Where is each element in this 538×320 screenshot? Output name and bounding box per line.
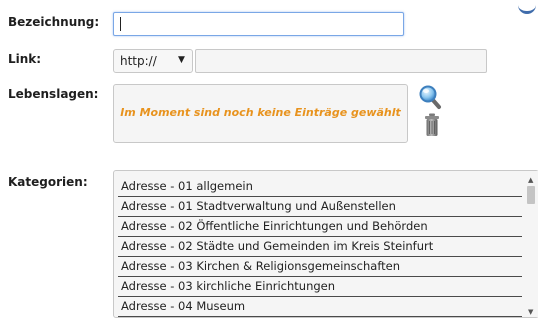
kategorien-label: Kategorien: — [8, 175, 88, 189]
chevron-down-icon: ▼ — [178, 55, 185, 65]
list-item[interactable]: Adresse - 03 kirchliche Einrichtungen — [118, 277, 522, 297]
trash-icon[interactable] — [424, 113, 440, 137]
list-item[interactable]: Adresse - 02 Öffentliche Einrichtungen u… — [118, 217, 522, 237]
list-item[interactable]: Adresse - 01 Stadtverwaltung und Außenst… — [118, 197, 522, 217]
list-item[interactable]: Adresse - 01 allgemein — [118, 177, 522, 197]
search-icon[interactable] — [418, 84, 442, 110]
scroll-up-icon[interactable]: ▲ — [528, 176, 533, 184]
scrollbar-thumb[interactable] — [527, 186, 535, 204]
bezeichnung-label: Bezeichnung: — [8, 15, 100, 29]
text-cursor — [120, 17, 121, 31]
kategorien-listbox[interactable]: Adresse - 01 allgemein Adresse - 01 Stad… — [113, 170, 538, 318]
list-item[interactable]: Adresse - 02 Städte und Gemeinden im Kre… — [118, 237, 522, 257]
lebenslagen-empty-message: Im Moment sind noch keine Einträge gewäh… — [120, 106, 401, 119]
list-item[interactable]: Adresse - 03 Kirchen & Religionsgemeinsc… — [118, 257, 522, 277]
lebenslagen-label: Lebenslagen: — [8, 87, 99, 101]
list-item[interactable]: Adresse - 04 Museum — [118, 297, 522, 317]
protocol-selected-value: http:// — [120, 54, 157, 68]
link-url-input[interactable] — [195, 49, 487, 73]
scroll-down-icon[interactable]: ▼ — [528, 308, 533, 316]
bezeichnung-input[interactable] — [113, 12, 404, 36]
partial-icon — [518, 4, 536, 14]
link-label: Link: — [8, 52, 42, 66]
